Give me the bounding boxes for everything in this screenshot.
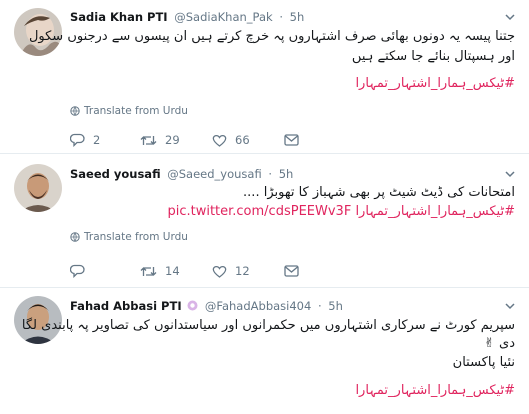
globe-icon: [70, 232, 80, 242]
separator: ·: [268, 167, 273, 181]
media-link[interactable]: pic.twitter.com/cdsPEEWv3F: [167, 204, 351, 219]
tweet-text-line: جتنا پیسہ یہ دونوں بھائی صرف اشتہاروں پہ…: [28, 29, 515, 44]
tweet-header: Sadia Khan PTI @SadiaKhan_Pak · 5h: [70, 10, 304, 24]
translate-link[interactable]: Translate from Urdu: [70, 231, 188, 243]
tweet-text-line: سپریم کورٹ نے سرکاری اشتہاروں میں حکمران…: [21, 318, 515, 333]
translate-label: Translate from Urdu: [84, 231, 188, 243]
chevron-down-icon[interactable]: [505, 12, 515, 22]
message-icon: [284, 134, 299, 146]
handle[interactable]: @Saeed_yousafi: [167, 167, 261, 181]
tweet-header: Fahad Abbasi PTI @FahadAbbasi404 · 5h: [70, 299, 343, 313]
separator: ·: [279, 10, 283, 24]
avatar[interactable]: [14, 164, 62, 212]
tweet-text-line: امتحانات کی ڈیٹ شیٹ پر بھی شہباز کا تھوب…: [243, 185, 515, 200]
timestamp[interactable]: 5h: [279, 167, 294, 181]
tweet-header: Saeed yousafi @Saeed_yousafi · 5h: [70, 167, 293, 181]
tweet-actions: 2 29 66: [70, 133, 299, 147]
retweet-count: 29: [165, 133, 180, 147]
direct-message-button[interactable]: [284, 265, 299, 277]
retweet-count: 14: [165, 264, 180, 278]
hashtag-link[interactable]: #ٹیکس_ہمارا_اشتہار_تمہارا: [355, 204, 515, 219]
chevron-down-icon[interactable]: [505, 169, 515, 179]
timestamp[interactable]: 5h: [290, 10, 305, 24]
direct-message-button[interactable]: [284, 134, 299, 146]
reply-button[interactable]: [70, 264, 140, 278]
chevron-down-icon[interactable]: [505, 301, 515, 311]
reply-count: 2: [93, 133, 101, 147]
handle[interactable]: @SadiaKhan_Pak: [174, 10, 272, 24]
retweet-button[interactable]: 14: [140, 264, 212, 278]
display-name[interactable]: Fahad Abbasi PTI: [70, 299, 182, 313]
retweet-icon: [140, 135, 157, 145]
reply-icon: [70, 264, 85, 278]
tweet[interactable]: Fahad Abbasi PTI @FahadAbbasi404 · 5h سپ…: [0, 288, 529, 414]
separator: ·: [317, 299, 322, 313]
like-icon: [212, 265, 227, 278]
translate-link[interactable]: Translate from Urdu: [70, 105, 188, 117]
badge-icon: [187, 300, 198, 311]
tweet-text-line: اور ہسپتال بنائے جا سکتے ہیں: [351, 49, 515, 64]
like-button[interactable]: 66: [212, 133, 284, 147]
tweet[interactable]: Sadia Khan PTI @SadiaKhan_Pak · 5h جتنا …: [0, 0, 529, 154]
retweet-button[interactable]: 29: [140, 133, 212, 147]
tweet[interactable]: Saeed yousafi @Saeed_yousafi · 5h امتحان…: [0, 154, 529, 288]
display-name[interactable]: Saeed yousafi: [70, 167, 161, 181]
hashtag-link[interactable]: #ٹیکس_ہمارا_اشتہار_تمہارا: [355, 381, 515, 400]
tweet-text-line: دی ✌: [484, 336, 515, 351]
timeline: Sadia Khan PTI @SadiaKhan_Pak · 5h جتنا …: [0, 0, 529, 414]
display-name[interactable]: Sadia Khan PTI: [70, 10, 168, 24]
like-count: 12: [235, 264, 250, 278]
retweet-icon: [140, 266, 157, 276]
reply-icon: [70, 133, 85, 147]
like-count: 66: [235, 133, 250, 147]
tweet-text-line: نئیا پاکستان: [452, 355, 515, 370]
tweet-actions: 14 12: [70, 264, 299, 278]
handle[interactable]: @FahadAbbasi404: [205, 299, 311, 313]
like-icon: [212, 134, 227, 147]
tweet-media-line: #ٹیکس_ہمارا_اشتہار_تمہارا pic.twitter.co…: [167, 202, 515, 221]
hashtag-link[interactable]: #ٹیکس_ہمارا_اشتہار_تمہارا: [355, 74, 515, 93]
translate-label: Translate from Urdu: [84, 105, 188, 117]
reply-button[interactable]: 2: [70, 133, 140, 147]
globe-icon: [70, 106, 80, 116]
message-icon: [284, 265, 299, 277]
timestamp[interactable]: 5h: [328, 299, 343, 313]
like-button[interactable]: 12: [212, 264, 284, 278]
